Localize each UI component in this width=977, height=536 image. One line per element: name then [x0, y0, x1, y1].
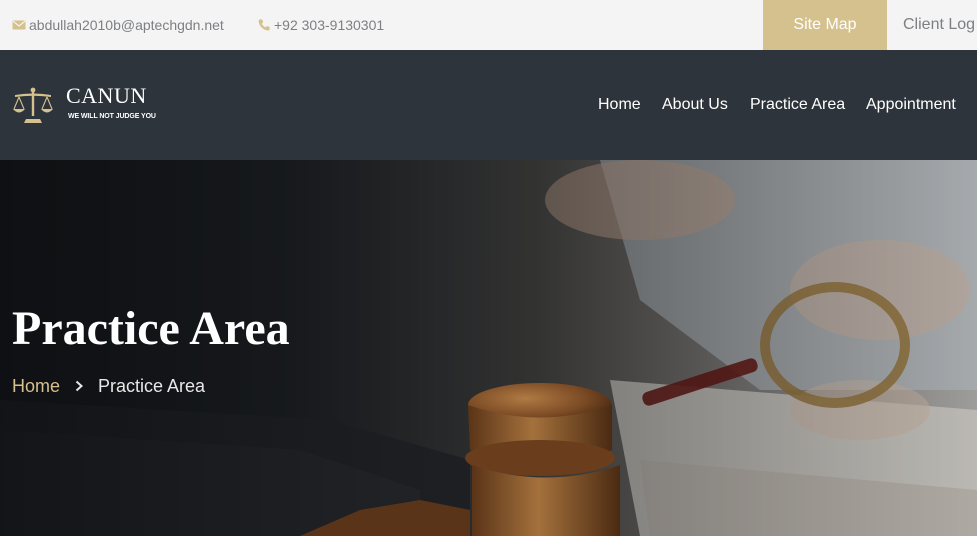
chevron-right-icon [75, 380, 84, 392]
breadcrumb-current: Practice Area [98, 375, 206, 396]
nav-item-home[interactable]: Home [598, 96, 641, 114]
page-hero: Practice Area Home Practice Area [0, 160, 977, 536]
scales-of-justice-icon [13, 87, 53, 123]
contact-phone-text: +92 303-9130301 [274, 17, 385, 33]
nav-item-practice-area[interactable]: Practice Area [750, 96, 845, 114]
brand-tagline: WE WILL NOT JUDGE YOU [68, 113, 156, 120]
site-map-button[interactable]: Site Map [763, 0, 887, 50]
brand-logo[interactable]: CANUN WE WILL NOT JUDGE YOU [12, 84, 156, 125]
nav-item-appointment[interactable]: Appointment [866, 96, 956, 114]
contact-phone[interactable]: +92 303-9130301 [257, 0, 384, 50]
client-login-button[interactable]: Client Log [903, 0, 975, 50]
top-bar: abdullah2010b@aptechgdn.net +92 303-9130… [0, 0, 977, 50]
contact-email[interactable]: abdullah2010b@aptechgdn.net [12, 0, 224, 50]
brand-name: CANUN [66, 83, 147, 108]
nav-item-about-us[interactable]: About Us [662, 96, 728, 114]
contact-email-text: abdullah2010b@aptechgdn.net [29, 17, 224, 33]
brand-text: CANUN WE WILL NOT JUDGE YOU [66, 84, 156, 122]
breadcrumb-home-link[interactable]: Home [12, 376, 60, 397]
envelope-icon [12, 20, 26, 30]
phone-icon [258, 19, 270, 31]
breadcrumb: Home Practice Area [12, 374, 205, 398]
page-title: Practice Area [12, 302, 290, 355]
